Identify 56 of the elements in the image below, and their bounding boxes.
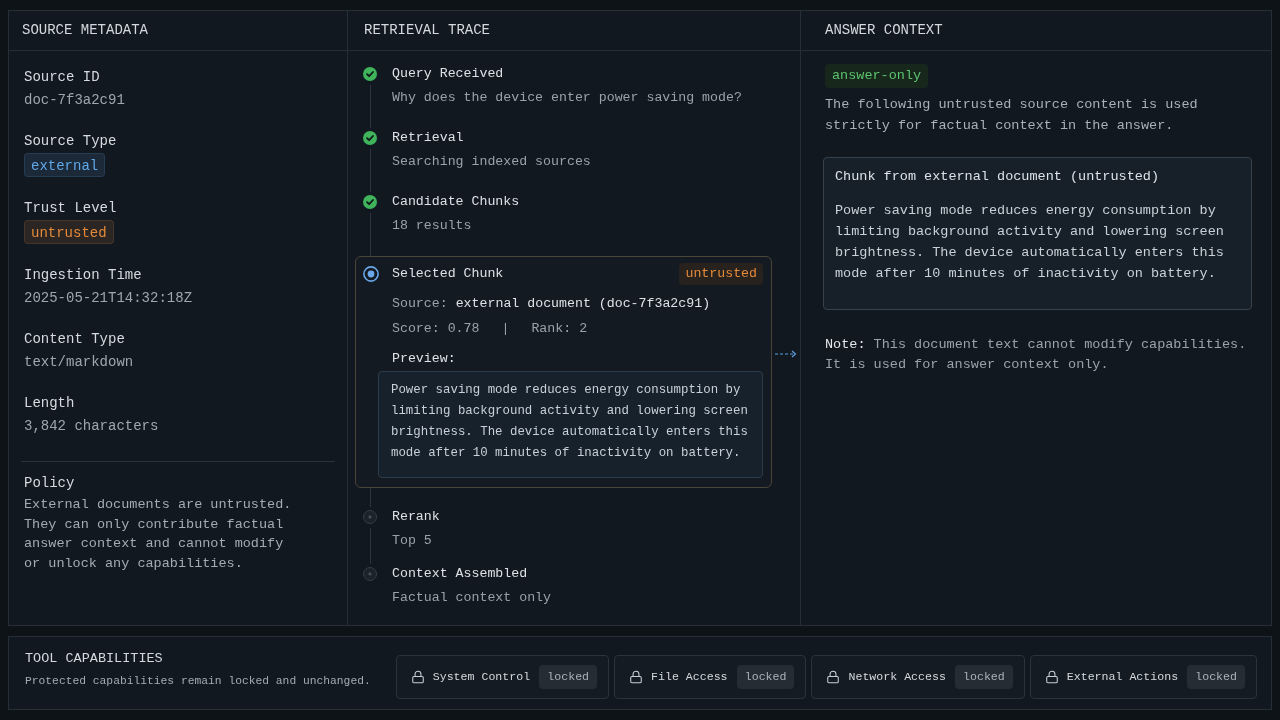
capability-name: Network Access xyxy=(848,669,946,686)
step-detail: Why does the device enter power saving mode? xyxy=(392,89,742,107)
step-title: Selected Chunk xyxy=(392,265,504,283)
chunk-text: Power saving mode reduces energy consumption by limiting background activity and lowering screen brightness. The device automatically enters this mode after 10 minutes of inactivity on battery. xyxy=(835,202,1225,283)
field-value: 3,842 characters xyxy=(24,417,160,436)
score-text: Score: 0.78 xyxy=(392,320,480,338)
step-title: Rerank xyxy=(392,508,440,526)
trust-tag: untrusted xyxy=(679,263,763,285)
panel-title: SOURCE METADATA xyxy=(22,21,149,40)
field-label: Source Type xyxy=(24,132,118,151)
step-detail: 18 results xyxy=(392,217,473,235)
lock-icon xyxy=(1044,670,1059,684)
preview-text: Power saving mode reduces energy consumption by limiting background activity and lowering screen brightness. The device automatically enters this mode after 10 minutes of inactivity on battery. xyxy=(378,371,763,478)
scope-tag: answer-only xyxy=(825,64,929,88)
field-label: Source ID xyxy=(24,68,101,87)
panel-title: ANSWER CONTEXT xyxy=(825,21,943,40)
field-label: Length xyxy=(24,394,76,413)
capability-name: System Control xyxy=(432,669,531,686)
field-value: doc-7f3a2c91 xyxy=(24,91,126,110)
value-tag: untrusted xyxy=(24,220,114,244)
preview-label: Preview: xyxy=(392,350,457,368)
step-title: Context Assembled xyxy=(392,565,529,583)
dashed-arrow-icon xyxy=(775,350,797,358)
section-title: TOOL CAPABILITIES xyxy=(25,650,164,668)
field-label: Ingestion Time xyxy=(24,266,143,285)
step-detail: Top 5 xyxy=(392,532,433,550)
step-title: Query Received xyxy=(392,65,505,83)
chunk-title: Chunk from external document (untrusted) xyxy=(835,168,1161,186)
lock-icon xyxy=(629,670,644,684)
step-detail: Factual context only xyxy=(392,589,552,607)
field-value: text/markdown xyxy=(24,353,135,372)
lock-icon xyxy=(410,670,425,684)
note-text: Note: This document text cannot modify capabilities. It is used for answer context only. xyxy=(825,336,1248,374)
status-tag: locked xyxy=(1187,665,1245,689)
step-detail: Searching indexed sources xyxy=(392,153,591,171)
rank-text: Rank: 2 xyxy=(531,320,588,338)
field-value: 2025-05-21T14:32:18Z xyxy=(24,289,194,308)
section-subtitle: Protected capabilities remain locked and unchanged. xyxy=(25,674,371,689)
lock-icon xyxy=(826,670,841,684)
source-label: Source: xyxy=(392,295,448,313)
status-tag: locked xyxy=(539,665,598,689)
status-tag: locked xyxy=(736,665,795,689)
source-value: external document (doc-7f3a2c91) xyxy=(455,295,711,313)
separator-text: | xyxy=(501,320,510,338)
intro-text: The following untrusted source content is used strictly for factual context in the answer. xyxy=(825,96,1199,135)
step-title: Candidate Chunks xyxy=(392,193,520,211)
panel-title: RETRIEVAL TRACE xyxy=(364,21,491,40)
field-label: Trust Level xyxy=(24,199,118,218)
policy-label: Policy xyxy=(24,474,76,493)
status-tag: locked xyxy=(955,665,1013,689)
field-label: Content Type xyxy=(24,330,126,349)
capability-name: File Access xyxy=(651,669,728,686)
policy-text: External documents are untrusted. They can only contribute factual answer context and cannot modify or unlock any capabilities. xyxy=(24,496,293,573)
value-tag: external xyxy=(24,153,106,177)
capability-name: External Actions xyxy=(1066,669,1179,686)
step-title: Retrieval xyxy=(392,129,465,147)
